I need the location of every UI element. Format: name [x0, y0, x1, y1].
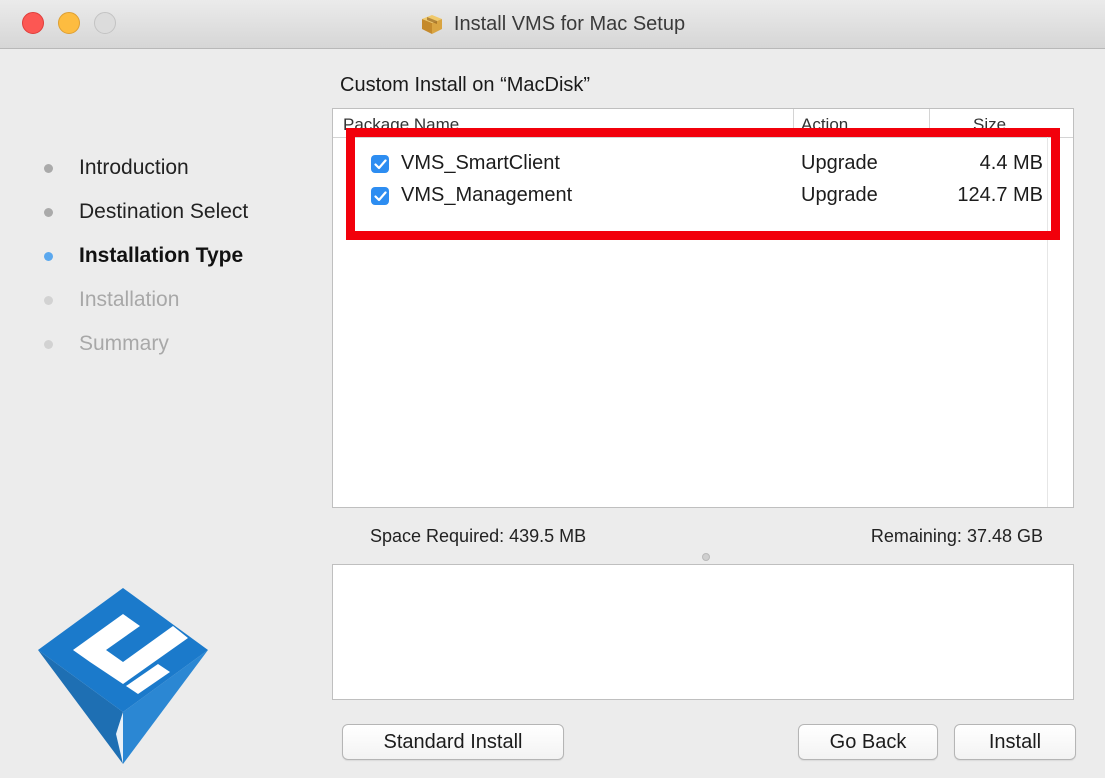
brand-logo	[38, 588, 208, 764]
step-label: Summary	[79, 332, 169, 355]
step-label: Destination Select	[79, 200, 249, 223]
step-indicator-dot	[44, 295, 53, 305]
package-checkbox[interactable]	[371, 155, 389, 173]
table-row[interactable]: VMS_Management Upgrade 124.7 MB	[333, 181, 1073, 214]
package-action: Upgrade	[801, 152, 878, 174]
checkmark-icon	[373, 190, 387, 201]
step-indicator-dot	[44, 251, 53, 261]
step-label: Installation	[79, 288, 180, 311]
checkmark-icon	[373, 158, 387, 169]
step-label: Introduction	[79, 156, 189, 179]
install-button[interactable]: Install	[954, 724, 1076, 760]
package-name: VMS_SmartClient	[401, 152, 560, 174]
installer-steps: Introduction Destination Select Installati…	[44, 146, 248, 366]
step-installation: Installation	[44, 278, 248, 322]
column-divider	[929, 109, 930, 137]
remaining-space-label: Remaining: 37.48 GB	[870, 526, 1043, 546]
pane-splitter-handle[interactable]	[702, 553, 710, 561]
step-installation-type: Installation Type	[44, 234, 248, 278]
page-heading: Custom Install on “MacDisk”	[340, 74, 591, 96]
standard-install-button[interactable]: Standard Install	[342, 724, 564, 760]
title-bar: Install VMS for Mac Setup	[0, 0, 1105, 49]
table-edge-divider	[1047, 137, 1048, 507]
column-header-package-name[interactable]: Package Name	[343, 115, 459, 135]
table-header: Package Name Action Size	[333, 109, 1073, 138]
package-size: 124.7 MB	[957, 184, 1043, 206]
step-summary: Summary	[44, 322, 248, 366]
column-header-action[interactable]: Action	[801, 115, 848, 135]
package-size: 4.4 MB	[979, 152, 1043, 174]
step-indicator-dot	[44, 163, 53, 173]
step-introduction: Introduction	[44, 146, 248, 190]
table-row[interactable]: VMS_SmartClient Upgrade 4.4 MB	[333, 149, 1073, 182]
package-name: VMS_Management	[401, 184, 573, 206]
space-required-label: Space Required: 439.5 MB	[370, 526, 587, 546]
package-table: Package Name Action Size VMS_SmartClient…	[332, 108, 1074, 508]
go-back-button[interactable]: Go Back	[798, 724, 938, 760]
column-header-size[interactable]: Size	[973, 115, 1006, 135]
package-action: Upgrade	[801, 184, 878, 206]
package-description-pane	[332, 564, 1074, 700]
step-indicator-dot	[44, 339, 53, 349]
package-icon	[421, 15, 442, 34]
window-title: Install VMS for Mac Setup	[453, 12, 686, 35]
column-divider	[793, 109, 794, 137]
window-title-group: Install VMS for Mac Setup	[0, 0, 1105, 48]
step-destination-select: Destination Select	[44, 190, 248, 234]
step-indicator-dot	[44, 207, 53, 217]
package-checkbox[interactable]	[371, 187, 389, 205]
step-label: Installation Type	[79, 244, 244, 267]
